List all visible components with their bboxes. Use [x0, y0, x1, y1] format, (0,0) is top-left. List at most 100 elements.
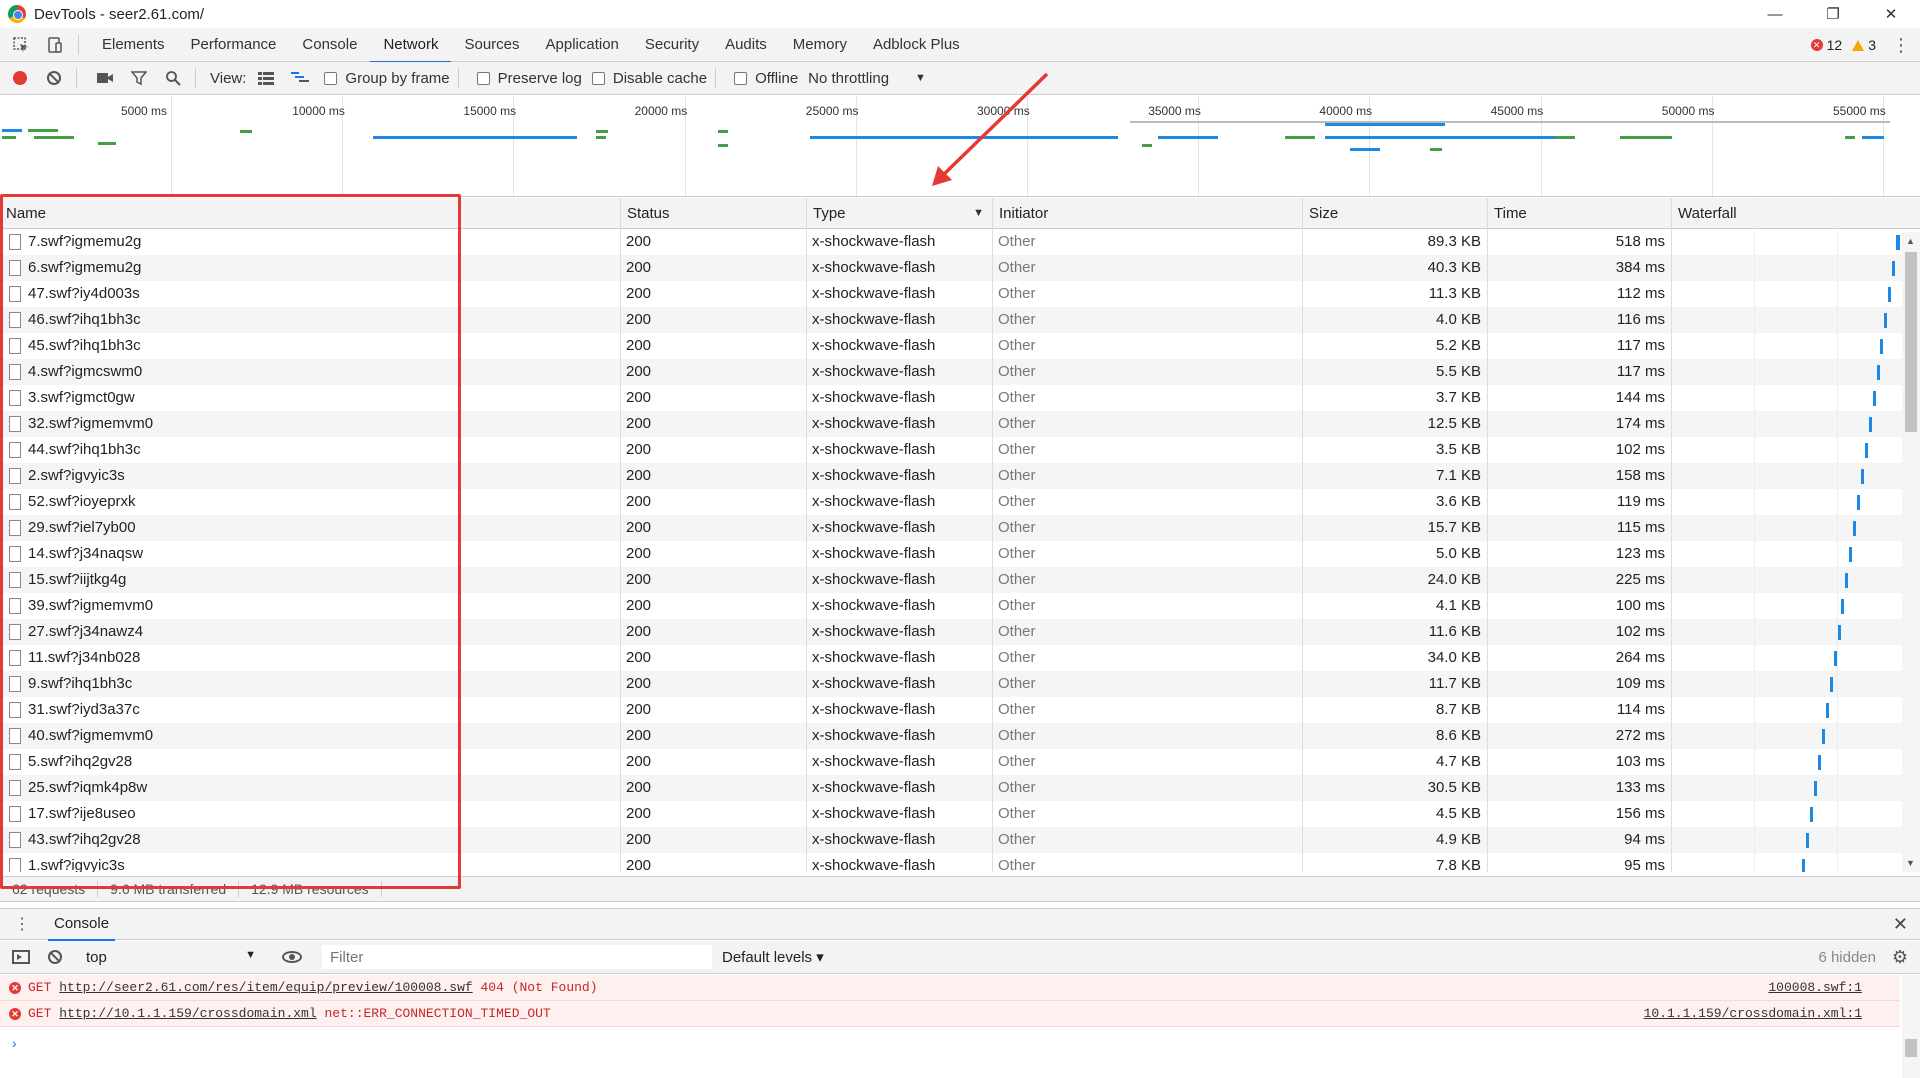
request-name[interactable]: 44.swf?ihq1bh3c — [22, 437, 618, 463]
context-select[interactable]: top ▼ — [86, 949, 256, 966]
log-levels-select[interactable]: Default levels ▾ — [722, 948, 824, 966]
scroll-up-icon[interactable]: ▲ — [1906, 236, 1915, 246]
tab-security[interactable]: Security — [632, 28, 712, 62]
tab-elements[interactable]: Elements — [89, 28, 178, 62]
column-header-size[interactable]: Size — [1302, 198, 1487, 229]
request-name[interactable]: 40.swf?igmemvm0 — [22, 723, 618, 749]
table-row[interactable]: 4.swf?igmcswm0 200 x-shockwave-flash Other 5… — [0, 359, 1920, 385]
inspect-element-icon[interactable] — [8, 32, 34, 58]
maximize-button[interactable]: ❐ — [1804, 0, 1862, 28]
table-row[interactable]: 14.swf?j34naqsw 200 x-shockwave-flash Other… — [0, 541, 1920, 567]
table-row[interactable]: 44.swf?ihq1bh3c 200 x-shockwave-flash Other… — [0, 437, 1920, 463]
request-name[interactable]: 11.swf?j34nb028 — [22, 645, 618, 671]
table-row[interactable]: 27.swf?j34nawz4 200 x-shockwave-flash Other… — [0, 619, 1920, 645]
request-name[interactable]: 1.swf?igvyic3s — [22, 853, 618, 872]
request-name[interactable]: 4.swf?igmcswm0 — [22, 359, 618, 385]
more-options-icon[interactable]: ⋮ — [1892, 28, 1910, 62]
request-name[interactable]: 29.swf?iel7yb00 — [22, 515, 618, 541]
table-row[interactable]: 5.swf?ihq2gv28 200 x-shockwave-flash Other 4… — [0, 749, 1920, 775]
search-button[interactable] — [159, 64, 187, 92]
request-name[interactable]: 45.swf?ihq1bh3c — [22, 333, 618, 359]
request-name[interactable]: 32.swf?igmemvm0 — [22, 411, 618, 437]
request-name[interactable]: 46.swf?ihq1bh3c — [22, 307, 618, 333]
tab-network[interactable]: Network — [370, 28, 452, 63]
tab-console[interactable]: Console — [289, 28, 370, 62]
tab-audits[interactable]: Audits — [712, 28, 780, 62]
group-by-frame-checkbox[interactable] — [324, 71, 338, 85]
table-row[interactable]: 9.swf?ihq1bh3c 200 x-shockwave-flash Other 1… — [0, 671, 1920, 697]
source-link[interactable]: 100008.swf:1 — [1768, 975, 1862, 1001]
record-button[interactable] — [6, 64, 34, 92]
column-header-waterfall[interactable]: Waterfall — [1671, 198, 1902, 229]
overview-selection[interactable] — [1130, 121, 1890, 123]
live-expression-eye-icon[interactable] — [282, 951, 302, 963]
gear-icon[interactable]: ⚙ — [1892, 947, 1908, 968]
drawer-tab-console[interactable]: Console — [48, 908, 116, 941]
console-prompt-icon[interactable]: › — [10, 1037, 18, 1053]
tab-application[interactable]: Application — [533, 28, 632, 62]
request-name[interactable]: 25.swf?iqmk4p8w — [22, 775, 618, 801]
device-toolbar-icon[interactable] — [42, 32, 68, 58]
table-row[interactable]: 25.swf?iqmk4p8w 200 x-shockwave-flash Other… — [0, 775, 1920, 801]
table-row[interactable]: 39.swf?igmemvm0 200 x-shockwave-flash Other… — [0, 593, 1920, 619]
tab-performance[interactable]: Performance — [178, 28, 290, 62]
error-url-link[interactable]: http://10.1.1.159/crossdomain.xml — [59, 1006, 316, 1021]
tab-adblock-plus[interactable]: Adblock Plus — [860, 28, 973, 62]
table-row[interactable]: 29.swf?iel7yb00 200 x-shockwave-flash Other… — [0, 515, 1920, 541]
disable-cache-checkbox[interactable] — [591, 71, 605, 85]
request-name[interactable]: 7.swf?igmemu2g — [22, 229, 618, 255]
request-name[interactable]: 9.swf?ihq1bh3c — [22, 671, 618, 697]
table-row[interactable]: 47.swf?iy4d003s 200 x-shockwave-flash Other… — [0, 281, 1920, 307]
clear-button[interactable] — [40, 64, 68, 92]
close-window-button[interactable]: ✕ — [1862, 0, 1920, 28]
request-name[interactable]: 6.swf?igmemu2g — [22, 255, 618, 281]
table-row[interactable]: 15.swf?iijtkg4g 200 x-shockwave-flash Other… — [0, 567, 1920, 593]
column-header-name[interactable]: Name — [0, 198, 620, 229]
request-name[interactable]: 47.swf?iy4d003s — [22, 281, 618, 307]
offline-checkbox[interactable] — [734, 71, 748, 85]
table-row[interactable]: 45.swf?ihq1bh3c 200 x-shockwave-flash Other… — [0, 333, 1920, 359]
request-name[interactable]: 31.swf?iyd3a37c — [22, 697, 618, 723]
capture-screenshots-button[interactable] — [91, 64, 119, 92]
table-row[interactable]: 1.swf?igvyic3s 200 x-shockwave-flash Other 7… — [0, 853, 1920, 872]
request-name[interactable]: 43.swf?ihq2gv28 — [22, 827, 618, 853]
column-header-status[interactable]: Status — [620, 198, 806, 229]
table-row[interactable]: 40.swf?igmemvm0 200 x-shockwave-flash Other… — [0, 723, 1920, 749]
table-scrollbar[interactable]: ▲ ▼ — [1902, 232, 1920, 872]
network-overview[interactable]: 5000 ms 10000 ms 15000 ms 20000 ms 25000 ms 3… — [0, 96, 1920, 197]
request-name[interactable]: 3.swf?igmct0gw — [22, 385, 618, 411]
minimize-button[interactable]: — — [1746, 0, 1804, 28]
throttling-select[interactable]: No throttling — [808, 70, 889, 87]
preserve-log-checkbox[interactable] — [476, 71, 490, 85]
column-header-time[interactable]: Time — [1487, 198, 1671, 229]
table-row[interactable]: 7.swf?igmemu2g 200 x-shockwave-flash Other 8… — [0, 229, 1920, 255]
source-link[interactable]: 10.1.1.159/crossdomain.xml:1 — [1644, 1001, 1862, 1027]
table-row[interactable]: 32.swf?igmemvm0 200 x-shockwave-flash Other… — [0, 411, 1920, 437]
table-row[interactable]: 11.swf?j34nb028 200 x-shockwave-flash Other… — [0, 645, 1920, 671]
console-sidebar-icon[interactable] — [12, 950, 30, 964]
overview-toggle-button[interactable] — [286, 64, 314, 92]
column-header-initiator[interactable]: Initiator — [992, 198, 1302, 229]
column-header-type[interactable]: Type ▼ — [806, 198, 992, 229]
clear-console-button[interactable] — [48, 950, 62, 964]
table-row[interactable]: 52.swf?ioyeprxk 200 x-shockwave-flash Other… — [0, 489, 1920, 515]
request-name[interactable]: 2.swf?igvyic3s — [22, 463, 618, 489]
chevron-down-icon[interactable]: ▼ — [915, 72, 926, 84]
table-row[interactable]: 17.swf?ije8useo 200 x-shockwave-flash Other… — [0, 801, 1920, 827]
issue-counts[interactable]: ✕ 12 3 — [1810, 28, 1876, 62]
table-row[interactable]: 43.swf?ihq2gv28 200 x-shockwave-flash Other… — [0, 827, 1920, 853]
large-rows-button[interactable] — [252, 64, 280, 92]
request-name[interactable]: 15.swf?iijtkg4g — [22, 567, 618, 593]
filter-button[interactable] — [125, 64, 153, 92]
request-name[interactable]: 14.swf?j34naqsw — [22, 541, 618, 567]
console-filter-input[interactable] — [322, 945, 712, 969]
error-url-link[interactable]: http://seer2.61.com/res/item/equip/previ… — [59, 980, 472, 995]
request-name[interactable]: 52.swf?ioyeprxk — [22, 489, 618, 515]
request-name[interactable]: 39.swf?igmemvm0 — [22, 593, 618, 619]
tab-sources[interactable]: Sources — [451, 28, 532, 62]
scrollbar-thumb[interactable] — [1905, 252, 1917, 432]
request-name[interactable]: 27.swf?j34nawz4 — [22, 619, 618, 645]
scrollbar-thumb[interactable] — [1905, 1039, 1917, 1057]
table-row[interactable]: 31.swf?iyd3a37c 200 x-shockwave-flash Other… — [0, 697, 1920, 723]
close-drawer-icon[interactable]: ✕ — [1893, 914, 1908, 935]
